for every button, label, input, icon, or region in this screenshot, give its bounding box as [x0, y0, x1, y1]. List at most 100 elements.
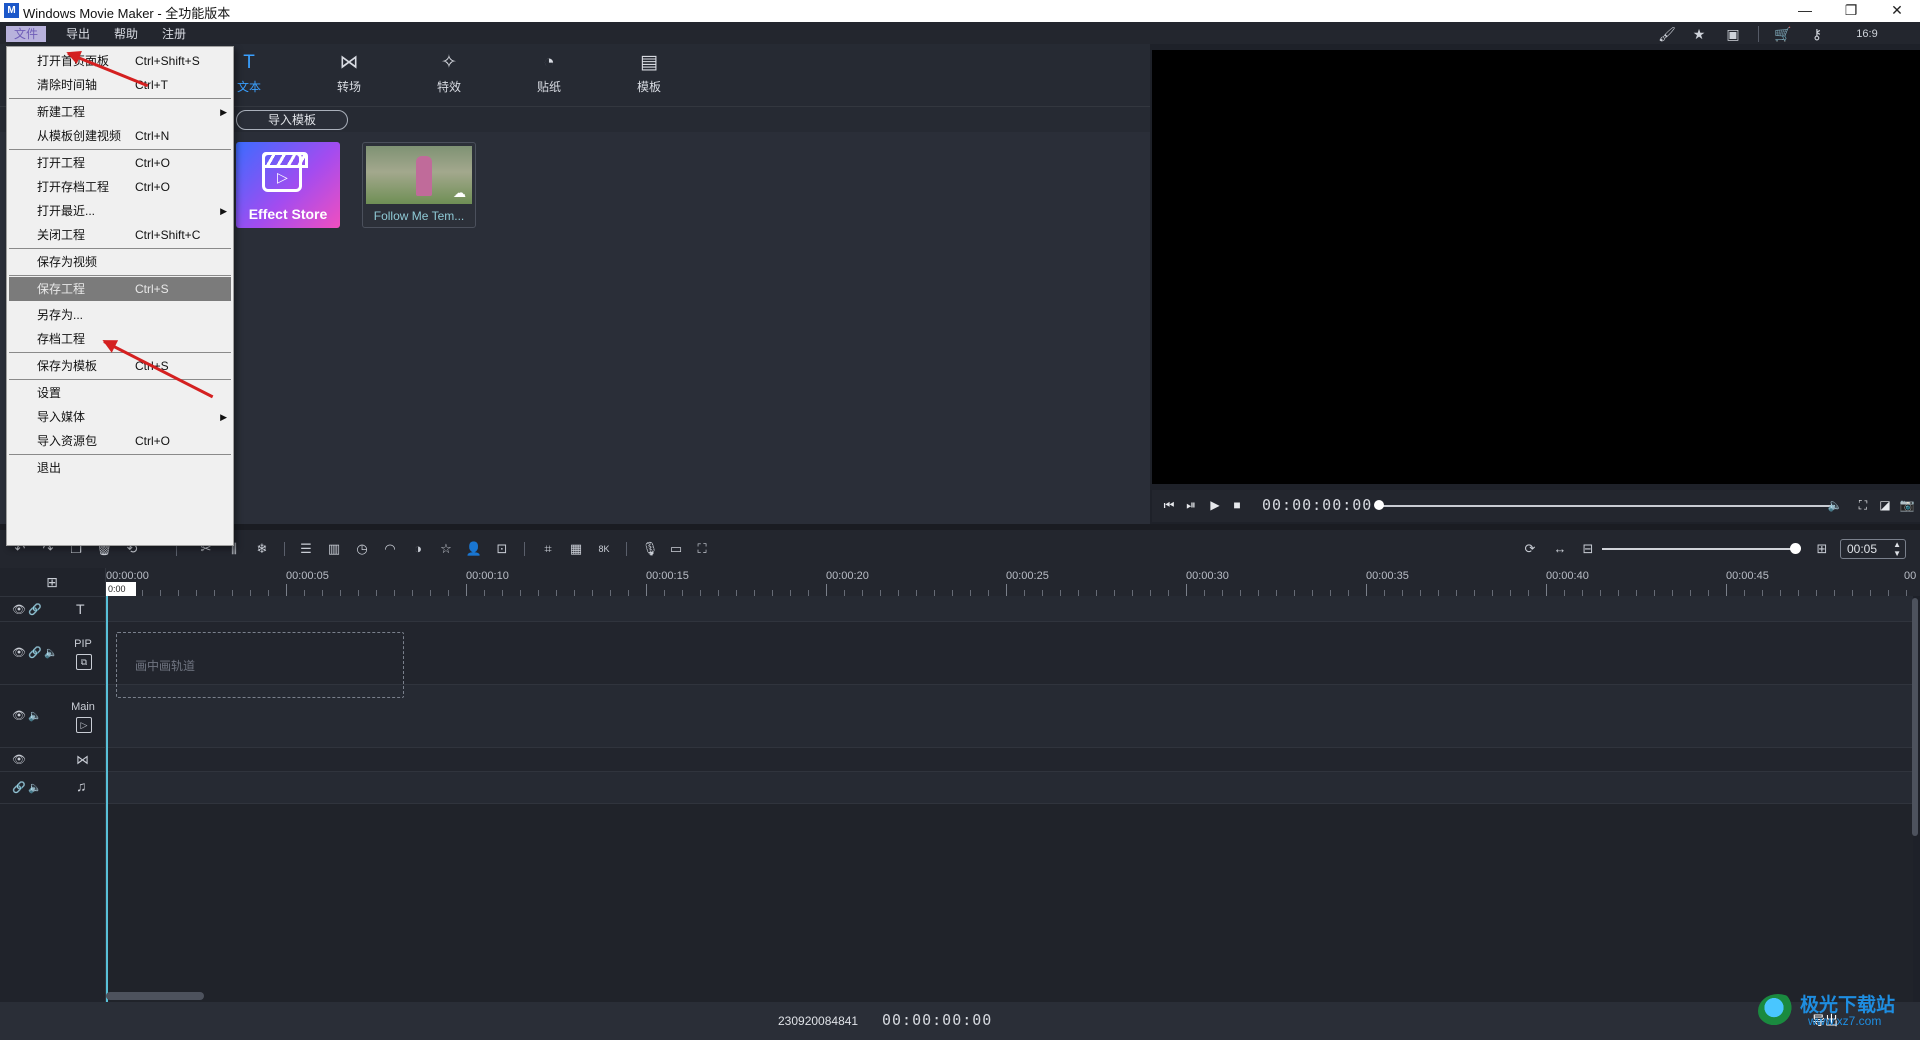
status-timecode: 00:00:00:00	[882, 1011, 993, 1029]
template-card[interactable]: ☁ Follow Me Tem...	[362, 142, 476, 228]
tab-transition[interactable]: ⋈ 转场	[314, 50, 384, 104]
add-track-icon[interactable]: ⊞	[44, 574, 60, 590]
aspect-ratio-button[interactable]: 16:9	[1850, 25, 1884, 43]
play-icon[interactable]: ▶	[1206, 496, 1224, 514]
cart-icon[interactable]: 🛒	[1772, 25, 1794, 43]
vertical-scrollbar[interactable]	[1912, 598, 1918, 836]
align-icon[interactable]: ☰	[296, 540, 316, 558]
save-icon[interactable]: ▣	[1722, 25, 1744, 43]
frame-icon[interactable]: ⊡	[492, 540, 512, 558]
fill-icon[interactable]: ◪	[1876, 496, 1894, 514]
step-frame-icon[interactable]: ⏯	[1182, 496, 1200, 514]
close-button[interactable]: ✕	[1874, 0, 1920, 22]
transition-track[interactable]	[107, 748, 1913, 772]
menu-help[interactable]: 帮助	[106, 26, 146, 42]
sparkle-star-icon[interactable]: ★	[1688, 25, 1710, 43]
timeline-empty-area[interactable]	[107, 804, 1913, 1002]
submenu-arrow-icon: ▶	[220, 206, 227, 216]
fit-width-icon[interactable]: ↔	[1550, 540, 1570, 558]
template-thumbnail: ☁	[366, 146, 472, 204]
visibility-eye-icon[interactable]: 👁	[12, 753, 26, 766]
menu-create-from-template[interactable]: 从模板创建视频 Ctrl+N	[9, 124, 231, 148]
person-icon[interactable]: 👤	[464, 540, 484, 558]
key-icon[interactable]: ⚷	[1806, 25, 1828, 43]
link-icon[interactable]: 🔗	[12, 781, 26, 794]
seek-handle[interactable]	[1374, 500, 1384, 510]
visibility-eye-icon[interactable]: 👁	[12, 646, 26, 659]
columns-icon[interactable]: ▥	[324, 540, 344, 558]
volume-icon[interactable]: 🔈	[1826, 496, 1844, 514]
link-icon[interactable]: 🔗	[28, 646, 42, 659]
visibility-eye-icon[interactable]: 👁	[12, 603, 26, 616]
menu-import-resource-pack[interactable]: 导入资源包 Ctrl+O	[9, 429, 231, 453]
text-track[interactable]	[107, 596, 1913, 622]
menu-save-as-template[interactable]: 保存为模板Ctrl+S	[9, 354, 231, 378]
speaker-icon[interactable]: 🔈	[44, 646, 58, 659]
zoom-slider[interactable]	[1602, 548, 1798, 550]
zoom-out-icon[interactable]: ⊟	[1578, 540, 1598, 558]
ruler-major-tick	[286, 584, 287, 596]
clock-icon[interactable]: ◷	[352, 540, 372, 558]
tab-effects[interactable]: ✧ 特效	[414, 50, 484, 104]
seek-bar[interactable]	[1380, 505, 1836, 507]
speaker-icon[interactable]: 🔈	[28, 781, 42, 794]
skip-start-icon[interactable]: ⏮	[1160, 496, 1178, 514]
crop-icon[interactable]: ⌗	[538, 540, 558, 558]
spin-arrows-icon[interactable]: ▲ ▼	[1893, 540, 1901, 558]
menu-open-project[interactable]: 打开工程 Ctrl+O	[9, 151, 231, 175]
zoom-in-icon[interactable]: ⊞	[1812, 540, 1832, 558]
menu-close-project[interactable]: 关闭工程 Ctrl+Shift+C	[9, 223, 231, 247]
link-icon[interactable]: 🔗	[28, 603, 42, 616]
paint-roller-icon[interactable]: 🖌	[1656, 25, 1678, 43]
freeze-icon[interactable]: ❄	[252, 540, 272, 558]
menu-import-media[interactable]: 导入媒体 ▶	[9, 405, 231, 429]
menu-open-recent[interactable]: 打开最近... ▶	[9, 199, 231, 223]
tab-template[interactable]: ▤ 模板	[614, 50, 684, 104]
track-headers: ⊞ 👁 🔗 T 👁 🔗 🔈 PIP ⧉ 👁 🔈 Main ▷ 👁 ⋈ 🔗 🔈 ♫	[0, 568, 106, 1002]
speaker-icon[interactable]: 🔈	[28, 709, 42, 722]
pip-drop-zone[interactable]: 画中画轨道	[116, 632, 404, 698]
menu-export[interactable]: 导出	[58, 26, 98, 42]
playhead-label[interactable]: 0:00	[106, 582, 136, 596]
menu-save-project[interactable]: 保存工程 Ctrl+S	[9, 277, 231, 301]
fullscreen-icon[interactable]: ⛶	[1854, 496, 1872, 514]
color-icon[interactable]: ◑	[408, 540, 428, 558]
mosaic-icon[interactable]: ▦	[566, 540, 586, 558]
maximize-button[interactable]: ❐	[1828, 0, 1874, 22]
visibility-eye-icon[interactable]: 👁	[12, 709, 26, 722]
menu-register[interactable]: 注册	[154, 26, 194, 42]
zoom-value-field[interactable]: 00:05 ▲ ▼	[1840, 539, 1906, 559]
menu-open-archive[interactable]: 打开存档工程 Ctrl+O	[9, 175, 231, 199]
ruler-label: 00:00:20	[826, 570, 869, 582]
snapshot-camera-icon[interactable]: 📷	[1898, 496, 1916, 514]
stop-icon[interactable]: ■	[1228, 496, 1246, 514]
toolbar-separator	[524, 542, 525, 556]
record-screen-icon[interactable]: ▭	[666, 540, 686, 558]
menu-save-as-video[interactable]: 保存为视频	[9, 250, 231, 274]
video-preview[interactable]	[1152, 50, 1920, 484]
menu-file[interactable]: 文件	[6, 26, 47, 42]
resolution-icon[interactable]: 8K	[594, 540, 614, 558]
zoom-handle[interactable]	[1790, 543, 1801, 554]
import-template-button[interactable]: 导入模板	[236, 110, 348, 130]
menu-new-project[interactable]: 新建工程 ▶	[9, 100, 231, 124]
tab-sticker[interactable]: ◔ 贴纸	[514, 50, 584, 104]
menu-open-home-panel[interactable]: 打开首页面板Ctrl+Shift+S	[9, 49, 231, 73]
microphone-icon[interactable]: 🎙	[640, 540, 660, 558]
effect-store-card[interactable]: Effect Store	[236, 142, 340, 228]
speed-icon[interactable]: ◠	[380, 540, 400, 558]
menu-clear-timeline[interactable]: 清除时间轴 Ctrl+T	[9, 73, 231, 97]
timeline-ruler[interactable]: 00:00:00 00:00:05 00:00:10 00:00:15 00:0…	[106, 568, 1920, 596]
menu-save-as[interactable]: 另存为...	[9, 303, 231, 327]
horizontal-scrollbar[interactable]	[106, 992, 204, 1000]
star-icon[interactable]: ☆	[436, 540, 456, 558]
minimize-button[interactable]: —	[1782, 0, 1828, 22]
music-track[interactable]	[107, 772, 1913, 804]
cloud-download-icon: ☁	[453, 185, 466, 200]
playhead[interactable]	[106, 582, 108, 1002]
menu-exit[interactable]: 退出	[9, 456, 231, 480]
menu-settings[interactable]: 设置	[9, 381, 231, 405]
capture-icon[interactable]: ⛶	[692, 540, 712, 558]
tab-effects-label: 特效	[436, 80, 461, 94]
refresh-icon[interactable]: ⟳	[1520, 540, 1540, 558]
